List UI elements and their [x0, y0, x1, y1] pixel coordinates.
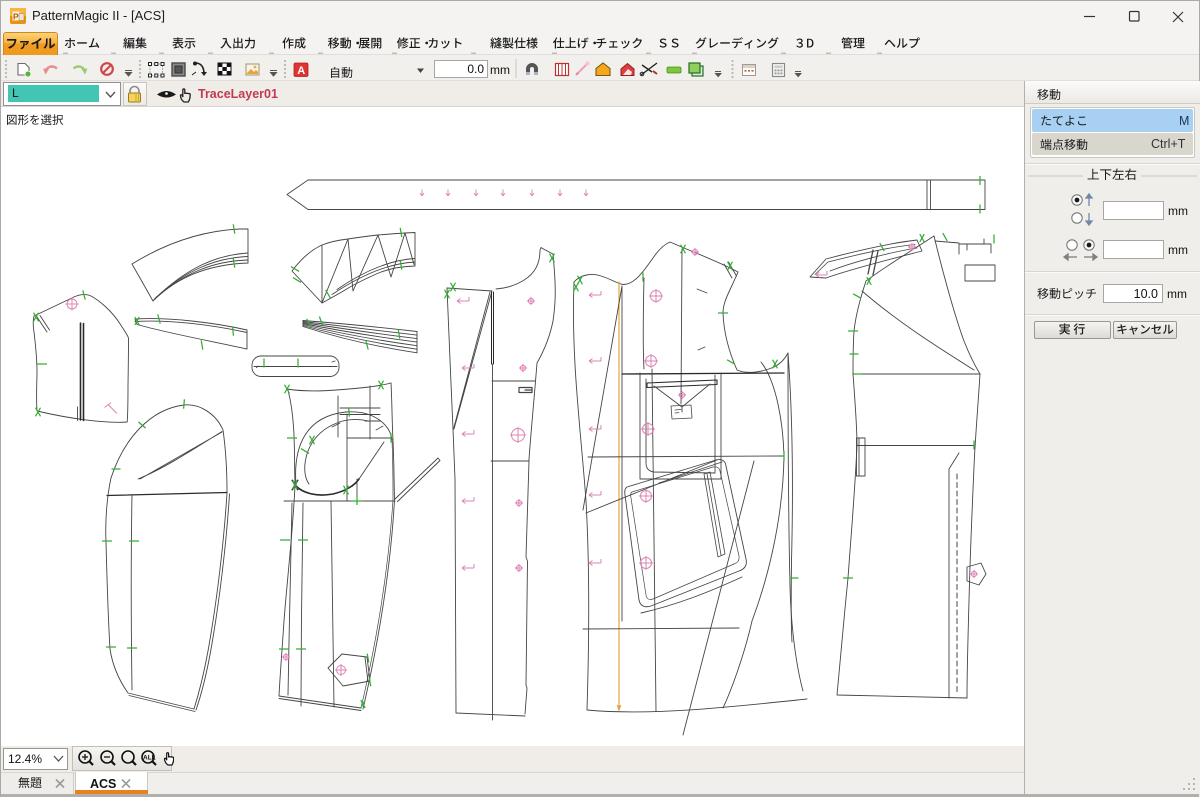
- svg-text:ALL: ALL: [143, 755, 156, 762]
